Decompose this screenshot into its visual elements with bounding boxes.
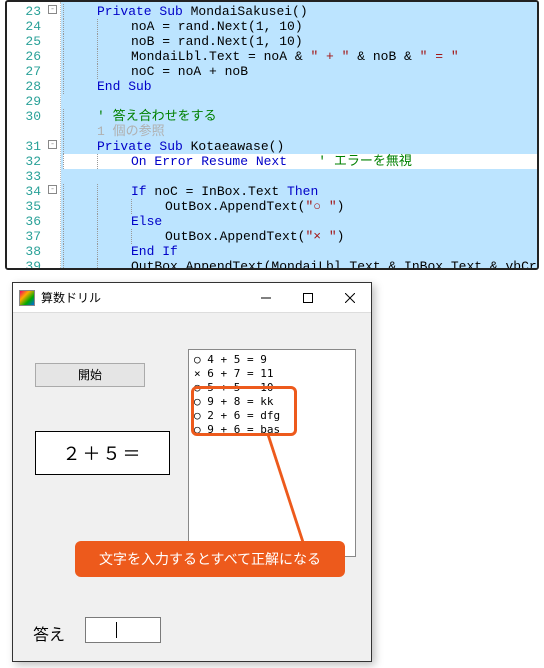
- fold-cell: [45, 152, 60, 167]
- code-area[interactable]: Private Sub MondaiSakusei()noA = rand.Ne…: [61, 2, 537, 268]
- annotation-callout: 文字を入力するとすべて正解になる: [75, 541, 345, 577]
- fold-toggle-icon[interactable]: -: [48, 5, 57, 14]
- fold-cell: [45, 77, 60, 92]
- fold-cell: [45, 212, 60, 227]
- code-line[interactable]: If noC = InBox.Text Then: [63, 184, 537, 199]
- code-line[interactable]: noC = noA + noB: [63, 64, 537, 79]
- fold-cell: [45, 47, 60, 62]
- fold-cell: [45, 122, 60, 137]
- line-number: 34: [7, 184, 41, 199]
- fold-cell: [45, 92, 60, 107]
- fold-cell: [45, 167, 60, 182]
- code-line[interactable]: 1 個の参照: [63, 124, 537, 139]
- fold-toggle-icon[interactable]: -: [48, 185, 57, 194]
- code-line[interactable]: OutBox.AppendText("× "): [63, 229, 537, 244]
- code-line[interactable]: [63, 169, 537, 184]
- close-icon: [345, 293, 355, 303]
- maximize-icon: [303, 293, 313, 303]
- app-icon: [19, 290, 35, 306]
- text-caret: [116, 622, 117, 638]
- fold-cell: [45, 17, 60, 32]
- window-title: 算数ドリル: [41, 289, 245, 306]
- code-line[interactable]: OutBox.AppendText(MondaiLbl.Text & InBox…: [63, 259, 537, 268]
- fold-toggle-icon[interactable]: -: [48, 140, 57, 149]
- line-number: 33: [7, 169, 41, 184]
- line-number: 25: [7, 34, 41, 49]
- code-line[interactable]: End If: [63, 244, 537, 259]
- code-line[interactable]: Private Sub MondaiSakusei(): [63, 4, 537, 19]
- line-number: 24: [7, 19, 41, 34]
- minimize-icon: [261, 293, 271, 303]
- fold-cell: [45, 257, 60, 270]
- code-line[interactable]: End Sub: [63, 79, 537, 94]
- minimize-button[interactable]: [245, 283, 287, 313]
- fold-cell: [45, 227, 60, 242]
- answer-label: 答え: [33, 621, 65, 645]
- fold-cell[interactable]: -: [45, 2, 60, 17]
- line-number: 31: [7, 139, 41, 154]
- fold-cell[interactable]: -: [45, 137, 60, 152]
- line-number: 38: [7, 244, 41, 259]
- close-button[interactable]: [329, 283, 371, 313]
- code-line[interactable]: ' 答え合わせをする: [63, 109, 537, 124]
- maximize-button[interactable]: [287, 283, 329, 313]
- code-line[interactable]: [63, 94, 537, 109]
- app-window: 算数ドリル 開始 ２＋５＝ ○ 4 + 5 = 9 × 6 + 7 = 11 ○…: [12, 282, 372, 662]
- line-number: 36: [7, 214, 41, 229]
- line-number-gutter: 2324252627282930 313233343536373839: [7, 2, 45, 268]
- question-label: ２＋５＝: [35, 431, 170, 475]
- client-area: 開始 ２＋５＝ ○ 4 + 5 = 9 × 6 + 7 = 11 ○ 5 + 5…: [13, 313, 371, 661]
- fold-cell: [45, 242, 60, 257]
- fold-cell: [45, 32, 60, 47]
- line-number: 28: [7, 79, 41, 94]
- window-controls: [245, 283, 371, 313]
- line-number: 29: [7, 94, 41, 109]
- code-line[interactable]: Else: [63, 214, 537, 229]
- code-line[interactable]: noB = rand.Next(1, 10): [63, 34, 537, 49]
- code-line[interactable]: noA = rand.Next(1, 10): [63, 19, 537, 34]
- line-number: 26: [7, 49, 41, 64]
- line-number: 37: [7, 229, 41, 244]
- answer-input[interactable]: [85, 617, 161, 643]
- line-number: 39: [7, 259, 41, 270]
- fold-column: - - -: [45, 2, 61, 268]
- line-number: [7, 124, 41, 139]
- start-button[interactable]: 開始: [35, 363, 145, 387]
- fold-cell: [45, 107, 60, 122]
- titlebar: 算数ドリル: [13, 283, 371, 313]
- fold-cell: [45, 62, 60, 77]
- line-number: 35: [7, 199, 41, 214]
- code-line[interactable]: MondaiLbl.Text = noA & " + " & noB & " =…: [63, 49, 537, 64]
- line-number: 32: [7, 154, 41, 169]
- line-number: 27: [7, 64, 41, 79]
- line-number: 23: [7, 4, 41, 19]
- fold-cell: [45, 197, 60, 212]
- code-line[interactable]: Private Sub Kotaeawase(): [63, 139, 537, 154]
- code-line[interactable]: OutBox.AppendText("○ "): [63, 199, 537, 214]
- code-editor-panel: 2324252627282930 313233343536373839 - - - P…: [5, 0, 539, 270]
- line-number: 30: [7, 109, 41, 124]
- code-line[interactable]: On Error Resume Next ' エラーを無視: [63, 154, 537, 169]
- fold-cell[interactable]: -: [45, 182, 60, 197]
